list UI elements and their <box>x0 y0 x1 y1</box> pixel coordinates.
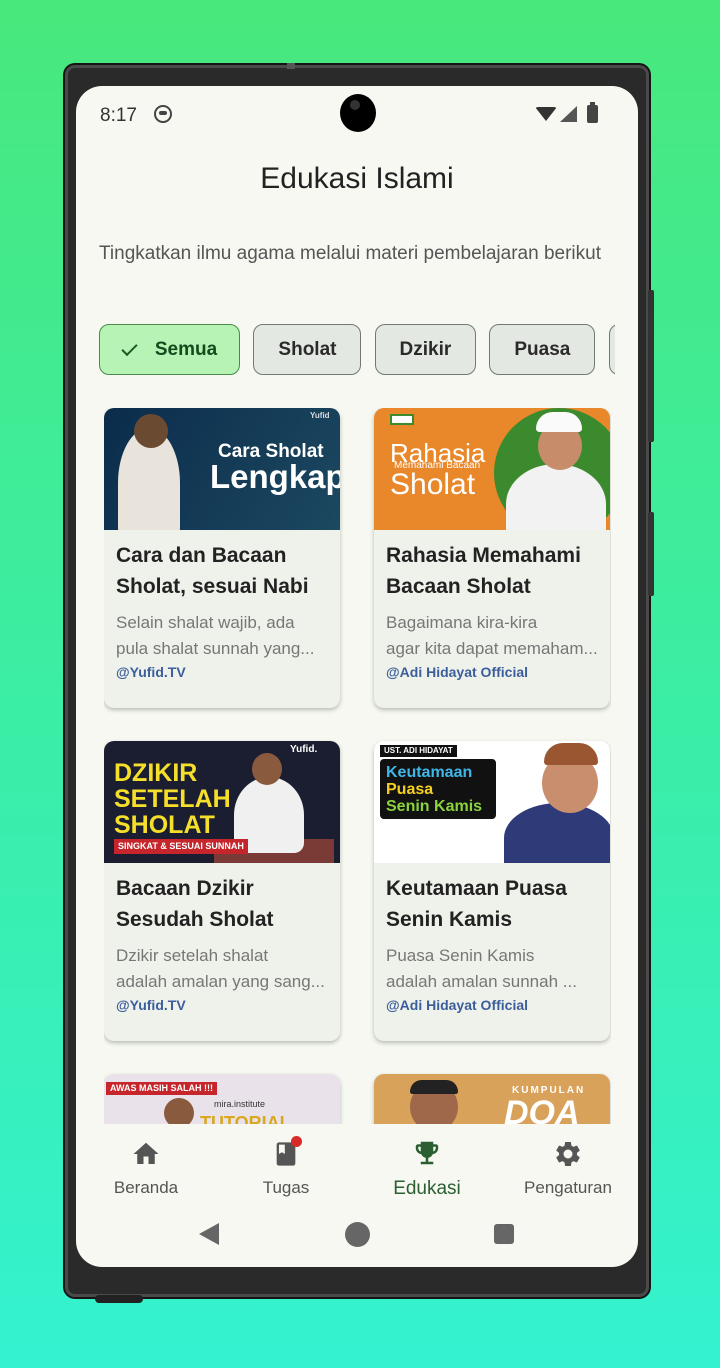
nav-label: Tugas <box>262 1178 310 1197</box>
chip-puasa[interactable]: Puasa <box>489 324 596 375</box>
chip-dzikir[interactable]: Dzikir <box>374 324 476 375</box>
video-channel: @Adi Hidayat Official <box>386 997 529 1013</box>
chip-more[interactable] <box>608 324 615 375</box>
back-icon[interactable] <box>199 1223 219 1245</box>
video-card[interactable]: UST. ADI HIDAYAT Keutamaan Puasa Senin K… <box>374 741 610 1041</box>
nav-tugas[interactable]: Tugas <box>216 1136 356 1198</box>
wifi-icon <box>535 107 557 121</box>
video-title: Keutamaan Puasa Senin Kamis <box>386 877 567 931</box>
video-thumbnail: KUMPULAN DOA <box>374 1074 610 1124</box>
chip-sholat[interactable]: Sholat <box>253 324 362 375</box>
power-button <box>648 290 654 442</box>
video-card[interactable]: Rahasia Memahami Bacaan Sholat Rahasia M… <box>374 408 610 708</box>
notification-badge <box>291 1136 302 1147</box>
notification-icon <box>154 105 172 123</box>
nav-beranda[interactable]: Beranda <box>76 1138 216 1198</box>
battery-icon <box>587 102 598 123</box>
video-channel: @Adi Hidayat Official <box>386 664 529 680</box>
book-icon <box>271 1136 302 1170</box>
video-description: Puasa Senin Kamis adalah amalan sunnah .… <box>386 946 577 991</box>
nav-pengaturan[interactable]: Pengaturan <box>498 1138 638 1198</box>
gear-icon <box>498 1138 638 1170</box>
page-subtitle: Tingkatkan ilmu agama melalui materi pem… <box>99 243 601 264</box>
status-bar: 8:17 <box>76 86 638 142</box>
status-time: 8:17 <box>100 105 137 126</box>
chip-label: Sholat <box>278 338 337 360</box>
app-screen: 8:17 Edukasi Islami Tingkatkan ilmu agam… <box>76 86 638 1267</box>
chip-label: Puasa <box>514 338 571 360</box>
signal-icon <box>560 106 577 122</box>
video-thumbnail: Cara Sholat Lengkap Yufid <box>104 408 340 530</box>
video-thumbnail: UST. ADI HIDAYAT Keutamaan Puasa Senin K… <box>374 741 610 863</box>
nav-label: Pengaturan <box>524 1178 612 1197</box>
chip-label: Semua <box>154 338 218 360</box>
video-description: Selain shalat wajib, ada pula shalat sun… <box>116 613 315 658</box>
trophy-icon <box>357 1138 497 1170</box>
video-title: Rahasia Memahami Bacaan Sholat <box>386 544 581 598</box>
nav-label: Beranda <box>113 1178 179 1197</box>
video-title: Bacaan Dzikir Sesudah Sholat <box>116 877 274 931</box>
system-navigation-bar <box>76 1220 638 1267</box>
home-button-icon[interactable] <box>345 1222 370 1247</box>
video-description: Dzikir setelah shalat adalah amalan yang… <box>116 946 325 991</box>
video-channel: @Yufid.TV <box>116 997 186 1013</box>
video-card[interactable]: KUMPULAN DOA <box>374 1074 610 1124</box>
video-thumbnail: DZIKIR SETELAH SHOLAT SINGKAT & SESUAI S… <box>104 741 340 863</box>
video-grid: Cara Sholat Lengkap Yufid Cara dan Bacaa… <box>104 408 611 1124</box>
page-title: Edukasi Islami <box>260 162 454 195</box>
chip-semua[interactable]: Semua <box>99 324 240 375</box>
video-card[interactable]: AWAS MASIH SALAH !!! mira.institute TUTO… <box>104 1074 340 1124</box>
check-icon <box>121 339 138 356</box>
video-card[interactable]: DZIKIR SETELAH SHOLAT SINGKAT & SESUAI S… <box>104 741 340 1041</box>
volume-button <box>648 512 654 596</box>
front-camera <box>340 94 376 132</box>
video-description: Bagaimana kira-kira agar kita dapat mema… <box>386 613 598 658</box>
video-channel: @Yufid.TV <box>116 664 186 680</box>
chip-label: Dzikir <box>399 338 452 360</box>
filter-chips[interactable]: Semua Sholat Dzikir Puasa <box>99 324 615 376</box>
nav-label: Edukasi <box>393 1178 461 1199</box>
video-title: Cara dan Bacaan Sholat, sesuai Nabi <box>116 544 309 598</box>
recent-apps-icon[interactable] <box>494 1224 514 1244</box>
nav-edukasi[interactable]: Edukasi <box>357 1138 497 1200</box>
bottom-navigation: Beranda Tugas Edukasi Pengaturan <box>76 1124 638 1220</box>
video-card[interactable]: Cara Sholat Lengkap Yufid Cara dan Bacaa… <box>104 408 340 708</box>
home-icon <box>76 1138 216 1170</box>
video-thumbnail: AWAS MASIH SALAH !!! mira.institute TUTO… <box>104 1074 340 1124</box>
video-thumbnail: Rahasia Memahami Bacaan Sholat <box>374 408 610 530</box>
